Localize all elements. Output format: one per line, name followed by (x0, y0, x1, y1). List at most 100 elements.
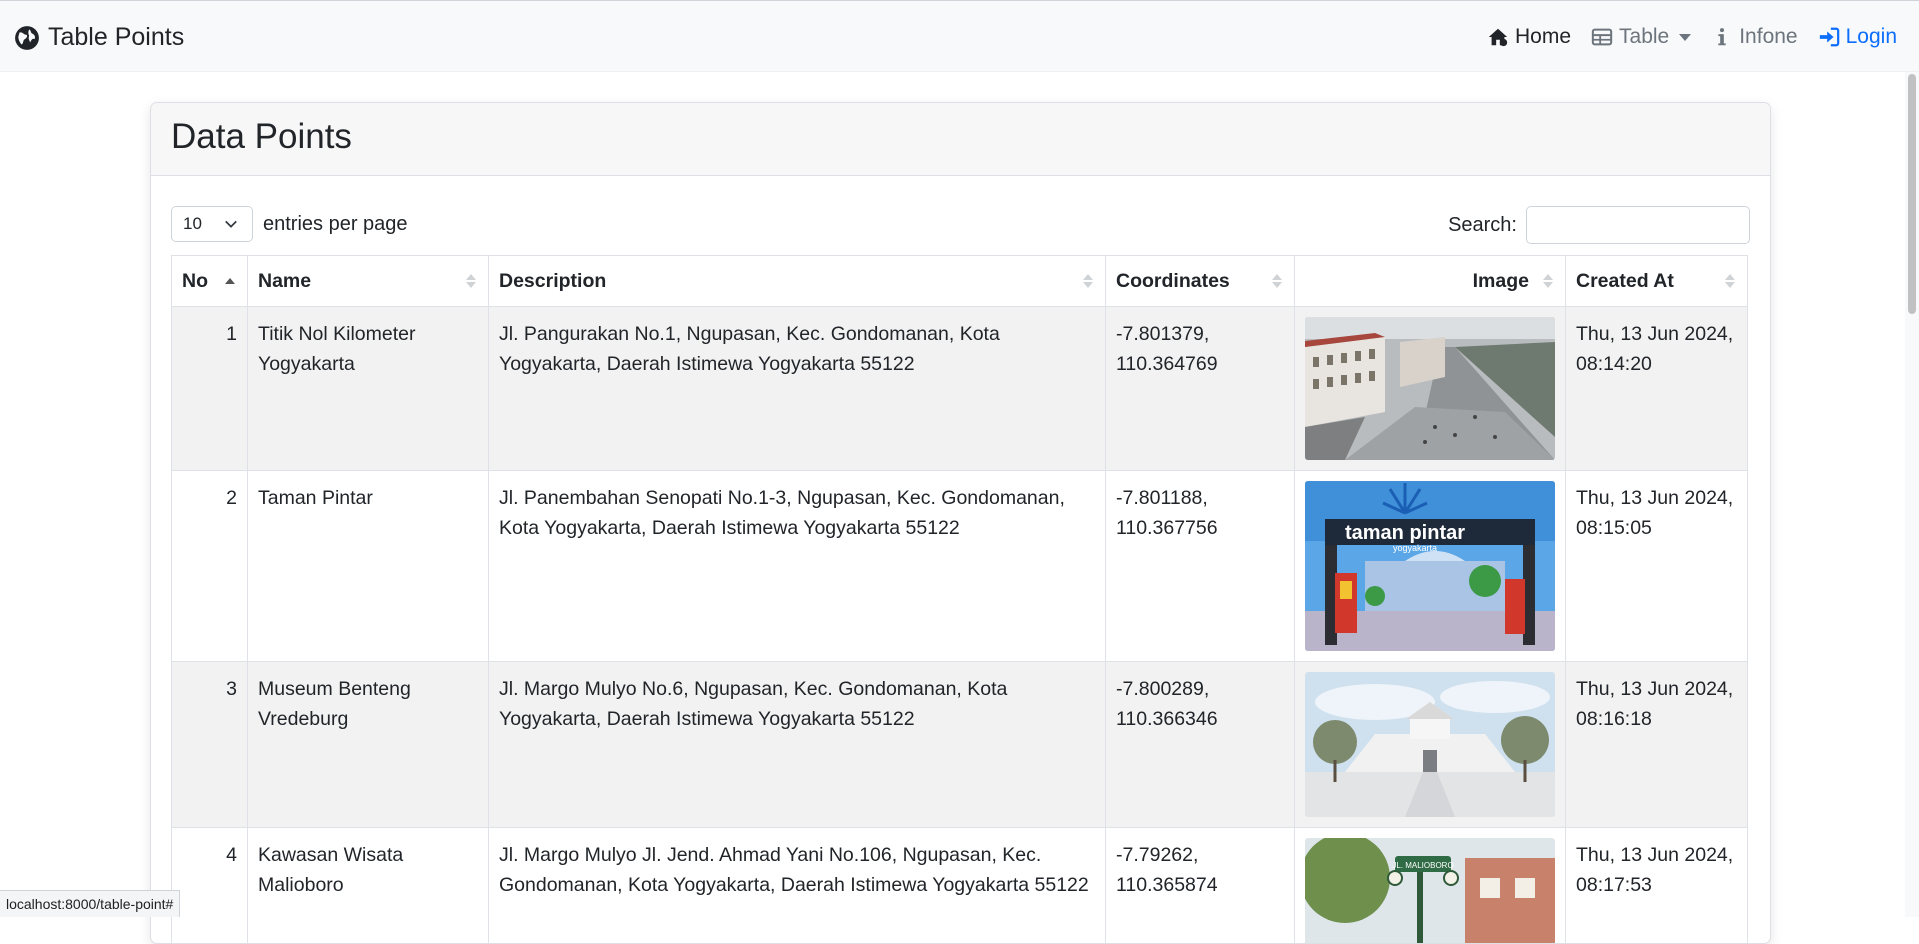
created-time: 08:16:18 (1576, 704, 1737, 734)
page-title: Data Points (171, 117, 352, 157)
coordinate-lng: 110.366346 (1116, 704, 1284, 734)
table-icon (1591, 26, 1613, 48)
sort-icon (1272, 274, 1282, 288)
cell-description: Jl. Margo Mulyo Jl. Jend. Ahmad Yani No.… (489, 828, 1106, 944)
column-header-label: Name (258, 270, 311, 292)
table-row: 4 Kawasan Wisata Malioboro Jl. Margo Mul… (172, 828, 1748, 944)
cell-created-at: Thu, 13 Jun 2024, 08:14:20 (1566, 307, 1748, 471)
created-time: 08:14:20 (1576, 349, 1737, 379)
cell-image: JL. MALIOBORO (1295, 828, 1566, 944)
cell-description: Jl. Pangurakan No.1, Ngupasan, Kec. Gond… (489, 307, 1106, 471)
status-bar-url: localhost:8000/table-point# (0, 890, 180, 917)
entries-per-page-select[interactable]: 10 (171, 206, 253, 242)
cell-coordinates: -7.800289, 110.366346 (1106, 662, 1295, 828)
column-header-description[interactable]: Description (489, 256, 1106, 307)
column-header-coordinates[interactable]: Coordinates (1106, 256, 1295, 307)
cell-image (1295, 662, 1566, 828)
scrollbar-thumb[interactable] (1908, 74, 1916, 314)
cell-description: Jl. Panembahan Senopati No.1-3, Ngupasan… (489, 471, 1106, 662)
column-header-label: No (182, 270, 208, 292)
column-header-no[interactable]: No (172, 256, 248, 307)
card-header: Data Points (151, 103, 1770, 176)
created-date: Thu, 13 Jun 2024, (1576, 483, 1737, 513)
cell-name: Kawasan Wisata Malioboro (248, 828, 489, 944)
nav-table-dropdown[interactable]: Table (1591, 25, 1691, 49)
search-control: Search: (1448, 206, 1750, 244)
column-header-label: Image (1473, 270, 1529, 292)
page-size-control: 10 entries per page (171, 206, 408, 242)
cell-no: 3 (172, 662, 248, 828)
created-date: Thu, 13 Jun 2024, (1576, 319, 1737, 349)
created-date: Thu, 13 Jun 2024, (1576, 840, 1737, 870)
coordinate-lat: -7.801188, (1116, 483, 1284, 513)
column-header-label: Description (499, 270, 606, 292)
sort-icon (1083, 274, 1093, 288)
image-sign-text: taman pintar (1345, 522, 1465, 544)
column-header-image[interactable]: Image (1295, 256, 1566, 307)
sort-icon (225, 278, 235, 284)
table-row: 3 Museum Benteng Vredeburg Jl. Margo Mul… (172, 662, 1748, 828)
point-image[interactable] (1305, 672, 1555, 817)
created-time: 08:15:05 (1576, 513, 1737, 543)
coordinate-lng: 110.364769 (1116, 349, 1284, 379)
cell-image (1295, 307, 1566, 471)
home-icon (1487, 26, 1509, 48)
nav-login[interactable]: Login (1818, 25, 1897, 49)
search-label: Search: (1448, 214, 1517, 237)
nav-info[interactable]: Infone (1711, 25, 1797, 49)
coordinate-lat: -7.800289, (1116, 674, 1284, 704)
navbar: Table Points Home Table (0, 1, 1919, 72)
image-sign-text: JL. MALIOBORO (1392, 861, 1453, 870)
image-subsign-text: yogyakarta (1393, 543, 1437, 553)
brand-label: Table Points (48, 23, 184, 52)
point-image[interactable]: taman pintar yogyakarta (1305, 481, 1555, 651)
cell-coordinates: -7.801188, 110.367756 (1106, 471, 1295, 662)
point-image[interactable]: JL. MALIOBORO (1305, 838, 1555, 944)
cell-no: 4 (172, 828, 248, 944)
cell-name: Titik Nol Kilometer Yogyakarta (248, 307, 489, 471)
sort-icon (1725, 274, 1735, 288)
sort-icon (466, 274, 476, 288)
coordinate-lat: -7.79262, (1116, 840, 1284, 870)
cell-created-at: Thu, 13 Jun 2024, 08:17:53 (1566, 828, 1748, 944)
table-row: 2 Taman Pintar Jl. Panembahan Senopati N… (172, 471, 1748, 662)
cell-created-at: Thu, 13 Jun 2024, 08:16:18 (1566, 662, 1748, 828)
nav-menu: Home Table Infone (1487, 25, 1897, 49)
cell-name: Taman Pintar (248, 471, 489, 662)
created-date: Thu, 13 Jun 2024, (1576, 674, 1737, 704)
coordinate-lng: 110.367756 (1116, 513, 1284, 543)
info-icon (1711, 26, 1733, 48)
entries-per-page-value: 10 (183, 214, 202, 234)
data-card: Data Points 10 entries per page Search: … (150, 102, 1771, 944)
cell-description: Jl. Margo Mulyo No.6, Ngupasan, Kec. Gon… (489, 662, 1106, 828)
table-row: 1 Titik Nol Kilometer Yogyakarta Jl. Pan… (172, 307, 1748, 471)
sort-icon (1543, 274, 1553, 288)
cell-coordinates: -7.801379, 110.364769 (1106, 307, 1295, 471)
column-header-label: Coordinates (1116, 270, 1230, 292)
cell-name: Museum Benteng Vredeburg (248, 662, 489, 828)
column-header-label: Created At (1576, 270, 1674, 292)
nav-home-label: Home (1515, 25, 1571, 49)
globe-icon (14, 25, 40, 51)
cell-image: taman pintar yogyakarta (1295, 471, 1566, 662)
cell-created-at: Thu, 13 Jun 2024, 08:15:05 (1566, 471, 1748, 662)
login-icon (1818, 26, 1840, 48)
nav-home[interactable]: Home (1487, 25, 1571, 49)
point-image[interactable] (1305, 317, 1555, 460)
navbar-brand[interactable]: Table Points (14, 23, 184, 52)
nav-info-label: Infone (1739, 25, 1797, 49)
search-input[interactable] (1526, 206, 1750, 244)
column-header-name[interactable]: Name (248, 256, 489, 307)
coordinate-lng: 110.365874 (1116, 870, 1284, 900)
chevron-down-icon (224, 217, 238, 231)
coordinate-lat: -7.801379, (1116, 319, 1284, 349)
cell-no: 2 (172, 471, 248, 662)
chevron-down-icon (1679, 34, 1691, 41)
entries-per-page-label: entries per page (263, 213, 408, 236)
nav-login-label: Login (1846, 25, 1897, 49)
cell-no: 1 (172, 307, 248, 471)
table-header-row: No Name Description Coordinates Image (172, 256, 1748, 307)
created-time: 08:17:53 (1576, 870, 1737, 900)
column-header-created-at[interactable]: Created At (1566, 256, 1748, 307)
cell-coordinates: -7.79262, 110.365874 (1106, 828, 1295, 944)
